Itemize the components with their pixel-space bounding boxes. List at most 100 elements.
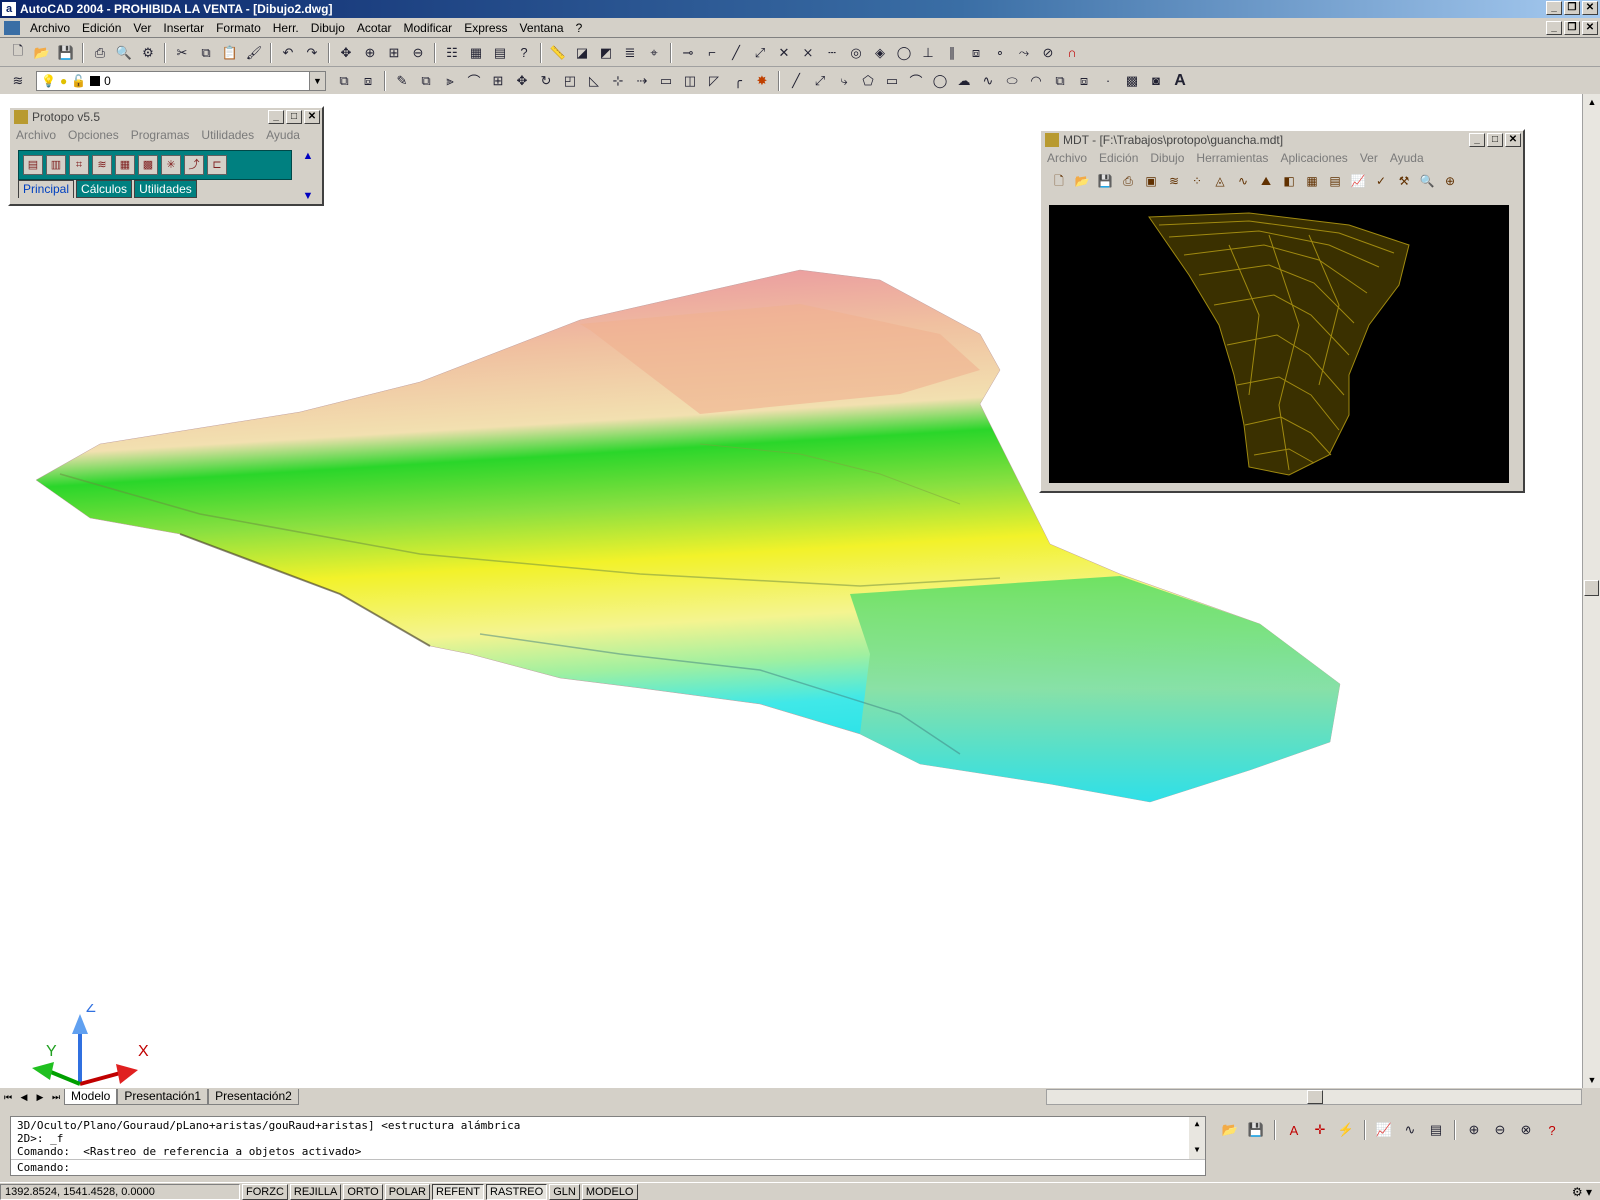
cut-icon[interactable]: ✂ — [172, 43, 192, 63]
polygon-icon[interactable]: ⬠ — [858, 71, 878, 91]
mdt-menu-dibujo[interactable]: Dibujo — [1144, 151, 1190, 165]
close-button[interactable]: ✕ — [1582, 1, 1598, 15]
paste-icon[interactable]: 📋 — [220, 43, 240, 63]
snap-apparent-icon[interactable]: ⤢ — [750, 43, 770, 63]
marker-icon[interactable]: ✛ — [1310, 1120, 1330, 1140]
list-icon[interactable]: ≣ — [620, 43, 640, 63]
snap-intersection-icon[interactable]: ╱ — [726, 43, 746, 63]
menu-express[interactable]: Express — [458, 21, 513, 35]
protopo-grid-icon[interactable]: ▦ — [115, 155, 135, 175]
tab-calculos[interactable]: Cálculos — [76, 180, 133, 198]
print-preview-icon[interactable]: 🔍 — [114, 43, 134, 63]
mdt-menu-herramientas[interactable]: Herramientas — [1190, 151, 1274, 165]
layer-dropdown[interactable]: 💡 ● 🔓 0 ▼ — [36, 70, 326, 91]
region-draw-icon[interactable]: ◙ — [1146, 71, 1166, 91]
snap-intersect-icon[interactable]: ⨯ — [798, 43, 818, 63]
match-properties-icon[interactable]: 🖌 — [244, 43, 264, 63]
mdt-preview-canvas[interactable] — [1049, 205, 1509, 483]
open-folder-icon[interactable]: 📂 — [1220, 1120, 1240, 1140]
undo-icon[interactable]: ↶ — [278, 43, 298, 63]
tab-utilidades[interactable]: Utilidades — [134, 180, 197, 198]
break-icon[interactable]: ▭ — [656, 71, 676, 91]
ellipse-arc-icon[interactable]: ◠ — [1026, 71, 1046, 91]
tab-presentacion2[interactable]: Presentación2 — [208, 1089, 299, 1105]
make-block-icon[interactable]: ⧈ — [1074, 71, 1094, 91]
protopo-minimize-button[interactable]: _ — [268, 110, 284, 124]
mdt-points-icon[interactable]: ⁘ — [1187, 171, 1207, 191]
tray-icon[interactable]: ⚙ ▾ — [1572, 1185, 1592, 1199]
copy-object-icon[interactable]: ⧉ — [416, 71, 436, 91]
menu-archivo[interactable]: Archivo — [24, 21, 76, 35]
mdt-menu-ver[interactable]: Ver — [1354, 151, 1384, 165]
revision-cloud-icon[interactable]: ☁ — [954, 71, 974, 91]
mdt-open-icon[interactable]: 📂 — [1072, 171, 1092, 191]
layer-stack-icon[interactable]: ▤ — [1426, 1120, 1446, 1140]
doc-minimize-button[interactable]: _ — [1546, 21, 1562, 35]
osnap-settings-icon[interactable]: ∩ — [1062, 43, 1082, 63]
multiline-text-icon[interactable]: A — [1170, 71, 1190, 91]
restore-button[interactable]: ❐ — [1564, 1, 1580, 15]
snap-none-icon[interactable]: ⊘ — [1038, 43, 1058, 63]
command-window[interactable]: 3D/Oculto/Plano/Gouraud/pLano+aristas/go… — [10, 1116, 1206, 1176]
mdt-menu-edicion[interactable]: Edición — [1093, 151, 1144, 165]
mdt-render-icon[interactable]: ◧ — [1279, 171, 1299, 191]
locate-point-icon[interactable]: ⌖ — [644, 43, 664, 63]
protopo-menu-programas[interactable]: Programas — [125, 128, 196, 142]
mdt-triangulate-icon[interactable]: ◬ — [1210, 171, 1230, 191]
mirror-icon[interactable]: ⫸ — [440, 71, 460, 91]
scroll-down-icon[interactable]: ▼ — [1583, 1072, 1600, 1088]
array-icon[interactable]: ⊞ — [488, 71, 508, 91]
snap-tool-icon[interactable]: ⚡ — [1336, 1120, 1356, 1140]
chamfer-icon[interactable]: ◸ — [704, 71, 724, 91]
status-rejilla[interactable]: REJILLA — [289, 1183, 342, 1200]
mdt-menu-archivo[interactable]: Archivo — [1041, 151, 1093, 165]
mdt-zoom-icon[interactable]: 🔍 — [1417, 171, 1437, 191]
protopo-section-icon[interactable]: ⊏ — [207, 155, 227, 175]
redo-icon[interactable]: ↷ — [302, 43, 322, 63]
snap-perpendicular-icon[interactable]: ⊥ — [918, 43, 938, 63]
first-tab-icon[interactable]: ⏮ — [0, 1089, 16, 1105]
mdt-tools-icon[interactable]: ⚒ — [1394, 171, 1414, 191]
insert-block-icon[interactable]: ⧉ — [1050, 71, 1070, 91]
mdt-chart-icon[interactable]: 📈 — [1348, 171, 1368, 191]
zoom-in-icon[interactable]: ⊕ — [1464, 1120, 1484, 1140]
ellipse-icon[interactable]: ⬭ — [1002, 71, 1022, 91]
status-modelo[interactable]: MODELO — [581, 1183, 638, 1200]
autocad-app-icon[interactable]: a — [2, 2, 16, 16]
last-tab-icon[interactable]: ⏭ — [48, 1089, 64, 1105]
snap-node-icon[interactable]: ∘ — [990, 43, 1010, 63]
scroll-up-icon[interactable]: ▲ — [1583, 94, 1600, 110]
menu-edicion[interactable]: Edición — [76, 21, 127, 35]
mdt-surface-icon[interactable]: ⛰ — [1256, 171, 1276, 191]
zoom-extents-icon[interactable]: ⊗ — [1516, 1120, 1536, 1140]
construction-line-icon[interactable]: ⤢ — [810, 71, 830, 91]
snap-insert-icon[interactable]: ⧈ — [966, 43, 986, 63]
mdt-menu-ayuda[interactable]: Ayuda — [1384, 151, 1430, 165]
move-icon[interactable]: ✥ — [512, 71, 532, 91]
protopo-open-icon[interactable]: ▤ — [23, 155, 43, 175]
mdt-title-bar[interactable]: MDT - [F:\Trabajos\protopo\guancha.mdt] … — [1041, 131, 1523, 149]
save-disk-icon[interactable]: 💾 — [1246, 1120, 1266, 1140]
model-space-canvas[interactable]: Protopo v5.5 _ □ ✕ Archivo Opciones Prog… — [0, 94, 1582, 1088]
doc-restore-button[interactable]: ❐ — [1564, 21, 1580, 35]
profile-chart-icon[interactable]: 📈 — [1374, 1120, 1394, 1140]
scale-icon[interactable]: ◰ — [560, 71, 580, 91]
mdt-menu-aplicaciones[interactable]: Aplicaciones — [1274, 151, 1353, 165]
status-rastreo[interactable]: RASTREO — [486, 1183, 548, 1200]
menu-acotar[interactable]: Acotar — [351, 21, 398, 35]
offset-icon[interactable]: ⌒ — [464, 71, 484, 91]
zoom-out-icon[interactable]: ⊖ — [1490, 1120, 1510, 1140]
copy-icon[interactable]: ⧉ — [196, 43, 216, 63]
menu-insertar[interactable]: Insertar — [157, 21, 210, 35]
mdt-curves-icon[interactable]: ∿ — [1233, 171, 1253, 191]
protopo-xyz-icon[interactable]: ⌗ — [69, 155, 89, 175]
snap-center-icon[interactable]: ◎ — [846, 43, 866, 63]
line-icon[interactable]: ╱ — [786, 71, 806, 91]
snap-nearest-icon[interactable]: ⤳ — [1014, 43, 1034, 63]
make-current-layer-icon[interactable]: ⧉ — [334, 71, 354, 91]
snap-midpoint-icon[interactable]: ⌐ — [702, 43, 722, 63]
status-gln[interactable]: GLN — [549, 1183, 580, 1200]
protopo-profile-icon[interactable]: ⤴ — [184, 155, 204, 175]
menu-ver[interactable]: Ver — [127, 21, 157, 35]
status-orto[interactable]: ORTO — [343, 1183, 383, 1200]
